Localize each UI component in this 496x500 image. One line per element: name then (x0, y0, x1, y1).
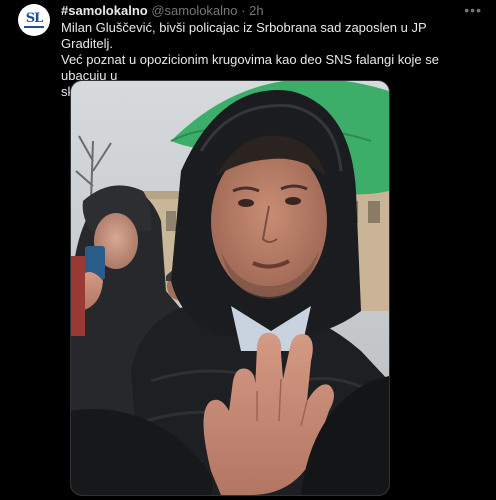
eye-right (285, 197, 301, 205)
tweet-media-photo[interactable] (70, 80, 390, 496)
more-options-icon[interactable]: ••• (464, 2, 482, 18)
tweet-timestamp[interactable]: 2h (249, 3, 263, 18)
author-handle[interactable]: @samolokalno (151, 3, 237, 18)
photo-illustration (71, 81, 389, 495)
red-object (71, 256, 85, 336)
building-window (166, 211, 176, 231)
tweet[interactable]: SL #samolokalno @samolokalno · 2h ••• Mi… (0, 0, 496, 500)
tweet-text-line: Milan Gluščević, bivši policajac iz Srbo… (61, 20, 427, 51)
separator-dot: · (241, 3, 246, 18)
avatar-logo: SL (25, 10, 44, 26)
avatar-logo-underline (24, 26, 44, 28)
building-window (368, 201, 380, 223)
author-display-name[interactable]: #samolokalno (61, 3, 148, 18)
avatar[interactable]: SL (18, 4, 50, 36)
eye-left (238, 199, 254, 207)
tweet-header: #samolokalno @samolokalno · 2h (61, 3, 264, 19)
